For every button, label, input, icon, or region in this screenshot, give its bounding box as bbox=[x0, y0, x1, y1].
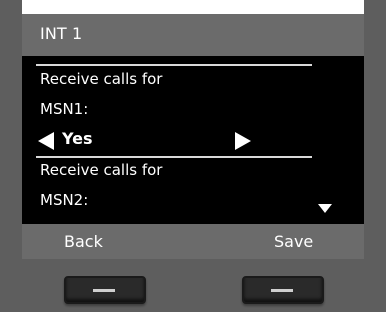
selected-value: Yes bbox=[62, 129, 93, 148]
triangle-left-icon[interactable] bbox=[38, 132, 54, 150]
dash-icon bbox=[93, 289, 115, 292]
setting-msn1-sublabel: MSN1: bbox=[40, 100, 89, 118]
setting-msn2-label: Receive calls for bbox=[40, 161, 163, 179]
setting-msn2-sublabel: MSN2: bbox=[40, 191, 89, 209]
title-bar: INT 1 bbox=[22, 14, 364, 56]
left-softkey-button[interactable] bbox=[64, 276, 146, 304]
back-softkey-label[interactable]: Back bbox=[64, 232, 103, 251]
settings-list: Receive calls for MSN1: Yes Receive call… bbox=[22, 56, 364, 224]
housing-right bbox=[364, 0, 386, 312]
softkey-bar: Back Save bbox=[22, 224, 364, 259]
handset-display: INT 1 Receive calls for MSN1: Yes Receiv… bbox=[0, 0, 386, 312]
selection-top-divider bbox=[36, 64, 312, 66]
selection-bottom-divider bbox=[36, 156, 312, 158]
housing-left bbox=[0, 0, 22, 312]
value-selector[interactable]: Yes bbox=[38, 129, 258, 153]
right-softkey-button[interactable] bbox=[242, 276, 324, 304]
triangle-down-icon bbox=[318, 204, 332, 213]
triangle-right-icon[interactable] bbox=[235, 132, 251, 150]
dash-icon bbox=[271, 289, 293, 292]
setting-msn1-label: Receive calls for bbox=[40, 70, 163, 88]
screen-title: INT 1 bbox=[40, 24, 83, 43]
save-softkey-label[interactable]: Save bbox=[274, 232, 313, 251]
